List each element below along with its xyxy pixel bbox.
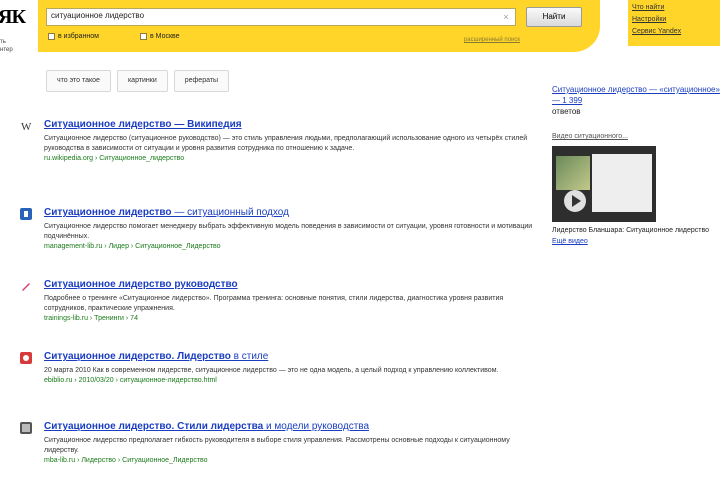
video-screen xyxy=(592,154,652,212)
option-region-label: в Москве xyxy=(150,33,180,40)
corner-links: Что найти Настройки Сервис Yandex xyxy=(628,0,720,46)
pen-icon xyxy=(22,283,30,291)
option-favorites[interactable]: в избранном xyxy=(48,33,99,40)
sidebar-text: ответов xyxy=(552,107,581,116)
more-videos-link[interactable]: Ещё видео xyxy=(552,236,720,247)
result-url[interactable]: mba-lib.ru › Лидерство › Ситуационное_Ли… xyxy=(44,456,540,466)
result-title[interactable]: Ситуационное лидерство. Стили лидерства … xyxy=(44,420,540,434)
result-snippet: 20 марта 2010 Как в современном лидерств… xyxy=(44,367,499,374)
site-favicon-icon xyxy=(20,208,32,220)
result-title[interactable]: Ситуационное лидерство. Лидерство в стил… xyxy=(44,350,540,364)
search-bar: ситуационное лидерство × Найти в избранн… xyxy=(38,0,600,52)
corner-link-3[interactable]: Сервис Yandex xyxy=(632,26,716,38)
site-favicon-icon xyxy=(20,352,32,364)
result-snippet: Ситуационное лидерство (ситуационное рук… xyxy=(44,135,528,152)
logo-mark: ЯК xyxy=(0,6,26,28)
result-snippet: Подробнее о тренинге «Ситуационное лидер… xyxy=(44,295,504,312)
sidebar: Ситуационное лидерство — «ситуационное» … xyxy=(552,84,720,247)
site-favicon-icon xyxy=(20,422,32,434)
result-url[interactable]: ru.wikipedia.org › Ситуационное_лидерств… xyxy=(44,154,540,164)
result-title[interactable]: Ситуационное лидерство — Википедия xyxy=(44,118,540,132)
tab-essays[interactable]: рефераты xyxy=(173,70,230,92)
result-url[interactable]: ebiblio.ru › 2010/03/20 › ситуационное-л… xyxy=(44,376,540,386)
video-slide-image xyxy=(556,156,590,190)
svg-text:W: W xyxy=(21,121,32,132)
play-icon[interactable] xyxy=(564,190,586,212)
tab-images[interactable]: картинки xyxy=(116,70,168,92)
advanced-search-link[interactable]: расширенный поиск xyxy=(464,37,520,43)
video-heading[interactable]: Видео ситуационного... xyxy=(552,133,720,140)
clear-icon[interactable]: × xyxy=(501,12,511,22)
video-thumbnail[interactable] xyxy=(552,146,656,222)
search-query: ситуационное лидерство xyxy=(51,11,145,20)
corner-link-1[interactable]: Что найти xyxy=(632,2,716,14)
result-url[interactable]: management-lib.ru › Лидер › Ситуационное… xyxy=(44,242,540,252)
wikipedia-icon: W xyxy=(21,121,32,132)
checkbox-icon[interactable] xyxy=(48,33,55,40)
result-snippet: Ситуационное лидерство помогает менеджер… xyxy=(44,223,533,240)
search-button[interactable]: Найти xyxy=(526,7,582,27)
logo[interactable]: ЯК ть нтер xyxy=(0,4,32,64)
video-caption: Лидерство Бланшара: Ситуационное лидерст… xyxy=(552,227,710,234)
search-results-page: ЯК ть нтер ситуационное лидерство × Найт… xyxy=(0,0,720,480)
option-region[interactable]: в Москве xyxy=(140,33,180,40)
corner-link-2[interactable]: Настройки xyxy=(632,14,716,26)
sidebar-link[interactable]: Ситуационное лидерство — «ситуационное» … xyxy=(552,84,720,106)
result-title[interactable]: Ситуационное лидерство — ситуационный по… xyxy=(44,206,540,220)
search-tabs: что это такое картинки рефераты xyxy=(46,70,230,92)
result-title[interactable]: Ситуационное лидерство руководство xyxy=(44,278,540,292)
tab-what-is[interactable]: что это такое xyxy=(46,70,111,92)
option-favorites-label: в избранном xyxy=(58,33,99,40)
result-snippet: Ситуационное лидерство предполагает гибк… xyxy=(44,437,510,454)
search-input[interactable]: ситуационное лидерство × xyxy=(46,8,516,26)
result-url[interactable]: trainings-lib.ru › Тренинги › 74 xyxy=(44,314,540,324)
logo-subtitle: ть нтер xyxy=(0,39,13,53)
checkbox-icon[interactable] xyxy=(140,33,147,40)
